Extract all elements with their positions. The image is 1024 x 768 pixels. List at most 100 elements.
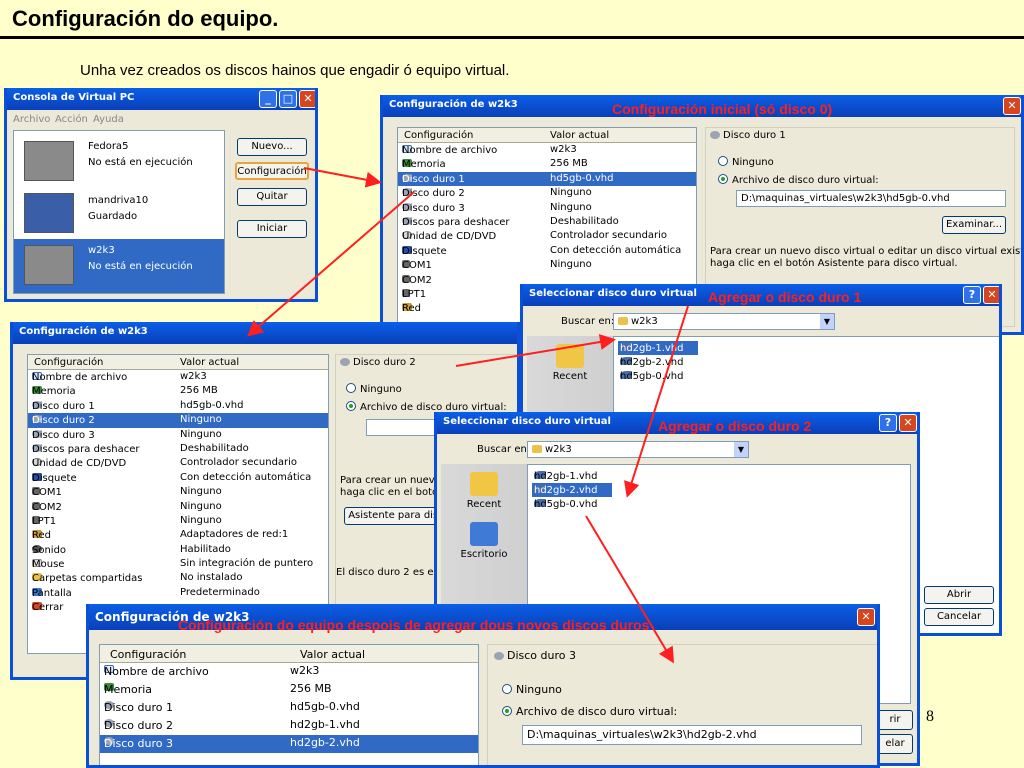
col-setting-header: Configuración [34, 357, 104, 368]
label-add-disk1: Agregar o disco duro 1 [708, 289, 862, 305]
recent-icon [470, 472, 498, 496]
file-item[interactable]: hd2gb-2.vhd [618, 355, 698, 369]
settings-row[interactable]: Disco duro 1 hd5gb-0.vhd [28, 399, 328, 413]
minimize-button[interactable]: _ [259, 90, 277, 108]
cancel-button[interactable]: elar [877, 734, 913, 754]
close-button[interactable]: ✕ [299, 90, 315, 108]
col-value-header: Valor actual [550, 130, 610, 141]
open-button[interactable]: Abrir [924, 586, 994, 604]
virtual-pc-console-window: Consola de Virtual PC _ □ ✕ Archivo Acci… [4, 88, 318, 302]
setting-name: Memoria [104, 683, 153, 696]
settings-row[interactable]: Disco duro 2 hd2gb-1.vhd [100, 717, 478, 735]
menu-accion[interactable]: Acción [55, 114, 88, 125]
browse-button[interactable]: Examinar... [942, 216, 1006, 234]
settings-row[interactable]: Unidad de CD/DVD Controlador secundario [28, 456, 328, 470]
setting-name: Disco duro 2 [104, 719, 173, 732]
settings-row[interactable]: COM1 Ninguno [398, 258, 696, 272]
list-header: Configuración Valor actual [28, 355, 328, 370]
setting-value: Adaptadores de red:1 [180, 529, 289, 541]
file-item[interactable]: hd2gb-1.vhd [618, 341, 698, 356]
settings-row[interactable]: Disco duro 1 hd5gb-0.vhd [100, 699, 478, 717]
disk1-path-field[interactable]: D:\maquinas_virtuales\w2k3\hd5gb-0.vhd [736, 190, 1006, 207]
settings-row[interactable]: Mouse Sin integración de puntero [28, 557, 328, 571]
look-in-label: Buscar en: [561, 316, 615, 327]
menu-archivo[interactable]: Archivo [13, 114, 50, 125]
setting-name: Cerrar [32, 602, 64, 614]
settings-row[interactable]: Discos para deshacer Deshabilitado [398, 215, 696, 229]
chevron-down-icon[interactable]: ▼ [820, 314, 834, 329]
close-button[interactable]: ✕ [983, 286, 999, 304]
help-button[interactable]: ? [879, 414, 897, 432]
new-vm-button[interactable]: Nuevo... [237, 138, 307, 156]
place-recent[interactable]: Recent [449, 472, 519, 510]
open-button[interactable]: rir [877, 710, 913, 730]
help-button[interactable]: ? [963, 286, 981, 304]
settings-row[interactable]: Nombre de archivo w2k3 [100, 663, 478, 681]
settings-row[interactable]: Nombre de archivo w2k3 [28, 370, 328, 384]
vm-name[interactable]: mandriva10 [88, 195, 148, 206]
start-button[interactable]: Iniciar [237, 220, 307, 238]
none-radio[interactable]: Ninguno [502, 683, 562, 696]
vm-name[interactable]: w2k3 [88, 245, 115, 256]
file-item[interactable]: hd2gb-1.vhd [532, 469, 612, 483]
remove-button[interactable]: Quitar [237, 188, 307, 206]
settings-row[interactable]: Red Adaptadores de red:1 [28, 528, 328, 542]
vm-name[interactable]: Fedora5 [88, 141, 128, 152]
file-item[interactable]: hd5gb-0.vhd [532, 497, 612, 511]
settings-row[interactable]: Disco duro 3 Ninguno [28, 428, 328, 442]
vm-status: No está en ejecución [88, 157, 193, 168]
settings-row[interactable]: Disco duro 1 hd5gb-0.vhd [398, 171, 696, 187]
page-number: 8 [926, 708, 934, 725]
settings-row[interactable]: Disco duro 3 hd2gb-2.vhd [100, 735, 478, 753]
file-item[interactable]: hd2gb-2.vhd [532, 483, 612, 498]
settings-row[interactable]: COM2 Ninguno [28, 500, 328, 514]
settings-row[interactable]: Disquete Con detección automática [398, 244, 696, 258]
place-desktop[interactable]: Escritorio [449, 522, 519, 560]
setting-value: w2k3 [290, 664, 320, 677]
label-final-config: Configuración do equipo despois de agreg… [178, 617, 650, 633]
settings-row[interactable]: Memoria 256 MB [28, 384, 328, 398]
close-button[interactable]: ✕ [899, 414, 917, 432]
place-recent[interactable]: Recent [535, 344, 605, 382]
file-radio[interactable]: Archivo de disco duro virtual: [718, 174, 879, 186]
setting-name: COM1 [32, 487, 62, 499]
settings-row[interactable]: Disquete Con detección automática [28, 471, 328, 485]
file-item[interactable]: hd5gb-0.vhd [618, 369, 698, 383]
settings-row[interactable]: Disco duro 3 Ninguno [398, 201, 696, 215]
settings-row[interactable]: Sonido Habilitado [28, 543, 328, 557]
settings-row[interactable]: Memoria 256 MB [100, 681, 478, 699]
look-in-combo[interactable]: w2k3 ▼ [613, 313, 835, 330]
settings-button[interactable]: Configuración [235, 162, 309, 180]
menu-ayuda[interactable]: Ayuda [93, 114, 124, 125]
settings-row[interactable]: LPT1 Ninguno [28, 514, 328, 528]
vm-status: No está en ejecución [88, 261, 193, 272]
file-radio[interactable]: Archivo de disco duro virtual: [502, 705, 677, 718]
settings-row[interactable]: Nombre de archivo w2k3 [398, 143, 696, 157]
disk-icon [710, 131, 720, 139]
settings-row[interactable]: Pantalla Predeterminado [28, 586, 328, 600]
settings-row[interactable]: Discos para deshacer Deshabilitado [28, 442, 328, 456]
disk3-group: Disco duro 3 Ninguno Archivo de disco du… [487, 644, 877, 765]
close-button[interactable]: ✕ [857, 608, 875, 626]
setting-value: No instalado [180, 572, 243, 584]
col-setting-header: Configuración [404, 130, 474, 141]
setting-value: hd2gb-2.vhd [290, 736, 360, 749]
cancel-button[interactable]: Cancelar [924, 608, 994, 626]
settings-row[interactable]: Unidad de CD/DVD Controlador secundario [398, 229, 696, 243]
none-radio[interactable]: Ninguno [718, 156, 774, 168]
settings-row[interactable]: Memoria 256 MB [398, 157, 696, 171]
settings-row[interactable]: Carpetas compartidas No instalado [28, 571, 328, 585]
none-radio[interactable]: Ninguno [346, 383, 402, 395]
maximize-button[interactable]: □ [279, 90, 297, 108]
chevron-down-icon[interactable]: ▼ [734, 442, 748, 457]
setting-value: w2k3 [550, 144, 577, 155]
settings-row[interactable]: COM1 Ninguno [28, 485, 328, 499]
look-in-combo[interactable]: w2k3 ▼ [527, 441, 749, 458]
window-title: Configuración de w2k3 [389, 99, 518, 110]
disk3-path-field[interactable]: D:\maquinas_virtuales\w2k3\hd2gb-2.vhd [522, 725, 862, 745]
close-button[interactable]: ✕ [1003, 97, 1021, 115]
setting-value: Ninguno [180, 414, 222, 426]
desktop-icon [470, 522, 498, 546]
settings-row[interactable]: Disco duro 2 Ninguno [28, 413, 328, 428]
settings-row[interactable]: Disco duro 2 Ninguno [398, 186, 696, 200]
